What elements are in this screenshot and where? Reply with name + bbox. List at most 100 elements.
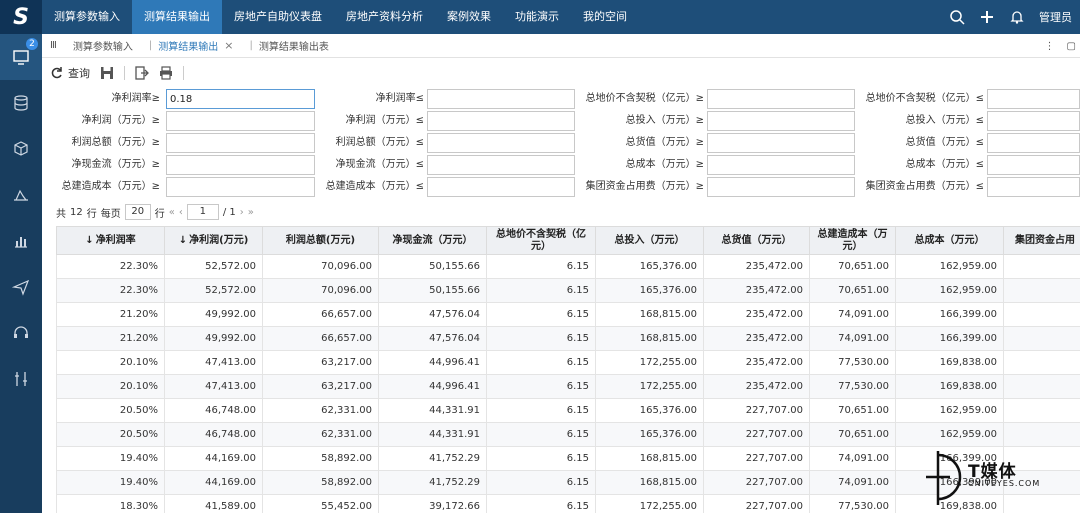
user-name[interactable]: 管理员 <box>1039 9 1072 25</box>
nav-item-1[interactable]: 测算结果输出 <box>132 0 222 34</box>
column-header[interactable]: 总成本（万元） <box>895 226 1004 255</box>
table-cell: 49,992.00 <box>164 326 263 351</box>
current-page-input[interactable]: 1 <box>186 204 219 220</box>
sidebar-item-cube[interactable] <box>0 126 42 172</box>
filter-input[interactable] <box>166 111 315 131</box>
filter-input[interactable] <box>166 155 315 175</box>
column-header[interactable]: ↓ 净利润(万元) <box>164 226 263 255</box>
table-cell: 6.15 <box>486 398 596 423</box>
top-navigation-bar: S 测算参数输入 测算结果输出 房地产自助仪表盘 房地产资料分析 案例效果 功能演示 我的空… <box>0 0 1080 34</box>
filter-label: 总地价不含契税（亿元）≤ <box>865 93 984 104</box>
toolbar-separator <box>124 66 125 80</box>
table-row[interactable]: 22.30% 52,572.00 70,096.00 50,155.66 6.15 165… <box>56 254 1080 279</box>
table-cell: 6.15 <box>486 446 596 471</box>
table-cell: 62,331.00 <box>262 422 379 447</box>
filter-input[interactable] <box>707 89 855 109</box>
table-cell: 58,892.00 <box>262 446 379 471</box>
column-header[interactable]: 集团资金占用（万元） <box>1003 226 1080 255</box>
search-icon[interactable] <box>949 9 965 25</box>
table-row[interactable]: 20.10% 47,413.00 63,217.00 44,996.41 6.15 172… <box>56 350 1080 375</box>
nav-item-4[interactable]: 案例效果 <box>435 0 503 34</box>
total-prefix: 共 <box>56 208 66 220</box>
save-button[interactable] <box>100 66 114 80</box>
table-cell: 47,413.00 <box>164 350 263 375</box>
column-header[interactable]: 总投入（万元） <box>595 226 704 255</box>
column-header[interactable]: 净现金流（万元） <box>378 226 487 255</box>
filter-input[interactable] <box>166 89 315 109</box>
filter-input[interactable] <box>707 155 855 175</box>
nav-item-2[interactable]: 房地产自助仪表盘 <box>222 0 334 34</box>
table-cell: 166,399.00 <box>895 326 1004 351</box>
window-icon[interactable]: ▢ <box>1067 41 1076 52</box>
filter-input[interactable] <box>987 133 1080 153</box>
sidebar-item-settings[interactable] <box>0 356 42 402</box>
table-cell: 6.15 <box>486 350 596 375</box>
filter-input[interactable] <box>166 133 315 153</box>
table-cell: 52,572.00 <box>164 254 263 279</box>
print-button[interactable] <box>159 66 173 80</box>
filter-row: 净现金流（万元）≥ 净现金流（万元）≤ 总成本（万元）≥ 总成本（万元）≤ <box>42 155 1080 175</box>
nav-item-3[interactable]: 房地产资料分析 <box>334 0 435 34</box>
filter-input[interactable] <box>987 177 1080 197</box>
table-cell: 77,530.00 <box>809 494 896 513</box>
tab-1[interactable]: | 测算结果输出 × <box>141 34 242 58</box>
tab-2[interactable]: | 测算结果输出表 <box>242 34 337 58</box>
table-cell: 168,815.00 <box>595 326 704 351</box>
app-logo[interactable]: S <box>0 0 42 34</box>
nav-item-5[interactable]: 功能演示 <box>503 0 571 34</box>
filter-input[interactable] <box>987 111 1080 131</box>
bell-icon[interactable] <box>1009 9 1025 25</box>
table-row[interactable]: 20.50% 46,748.00 62,331.00 44,331.91 6.15 165… <box>56 422 1080 447</box>
next-page-icon[interactable]: › <box>240 207 244 218</box>
table-row[interactable]: 22.30% 52,572.00 70,096.00 50,155.66 6.15 165… <box>56 278 1080 303</box>
close-icon[interactable]: × <box>224 39 233 52</box>
table-cell: 2,41 <box>1003 374 1080 399</box>
filter-input[interactable] <box>427 89 575 109</box>
filter-input[interactable] <box>427 111 575 131</box>
column-header-label: 总建造成本（万元） <box>817 228 888 252</box>
filter-input[interactable] <box>427 155 575 175</box>
table-cell: 74,091.00 <box>809 446 896 471</box>
table-cell: 20.10% <box>56 374 165 399</box>
filter-label: 净利润率≤ <box>375 93 424 104</box>
last-page-icon[interactable]: » <box>248 207 254 218</box>
tab-list-icon[interactable]: Ⅲ <box>42 34 65 58</box>
nav-item-6[interactable]: 我的空间 <box>571 0 639 34</box>
sidebar-item-send[interactable] <box>0 264 42 310</box>
table-row[interactable]: 21.20% 49,992.00 66,657.00 47,576.04 6.15 168… <box>56 302 1080 327</box>
sidebar-item-chart[interactable] <box>0 218 42 264</box>
column-header[interactable]: 总建造成本（万元） <box>809 226 896 255</box>
sidebar-item-support[interactable] <box>0 310 42 356</box>
table-cell: 6.15 <box>486 302 596 327</box>
query-button[interactable]: 查询 <box>50 65 90 81</box>
filter-input[interactable] <box>707 111 855 131</box>
table-row[interactable]: 21.20% 49,992.00 66,657.00 47,576.04 6.15 168… <box>56 326 1080 351</box>
filter-input[interactable] <box>707 177 855 197</box>
per-page-input[interactable]: 20 <box>124 204 151 220</box>
table-cell: 22.30% <box>56 278 165 303</box>
filter-label: 总货值（万元）≤ <box>905 137 984 148</box>
sidebar-item-database[interactable] <box>0 80 42 126</box>
table-cell: 172,255.00 <box>595 374 704 399</box>
filter-input[interactable] <box>987 155 1080 175</box>
filter-input[interactable] <box>427 133 575 153</box>
filter-input[interactable] <box>427 177 575 197</box>
column-header[interactable]: ↓ 净利润率 <box>56 226 165 255</box>
table-row[interactable]: 20.10% 47,413.00 63,217.00 44,996.41 6.15 172… <box>56 374 1080 399</box>
column-header[interactable]: 总地价不含契税（亿元） <box>486 226 596 255</box>
filter-input[interactable] <box>707 133 855 153</box>
filter-input[interactable] <box>987 89 1080 109</box>
prev-page-icon[interactable]: ‹ <box>179 207 183 218</box>
tab-0[interactable]: 测算参数输入 <box>65 34 141 58</box>
sidebar-item-tools[interactable] <box>0 172 42 218</box>
more-vertical-icon[interactable]: ⋮ <box>1045 41 1055 52</box>
sidebar-item-monitor[interactable]: 2 <box>0 34 42 80</box>
column-header[interactable]: 利润总额(万元) <box>262 226 379 255</box>
nav-item-0[interactable]: 测算参数输入 <box>42 0 132 34</box>
filter-input[interactable] <box>166 177 315 197</box>
first-page-icon[interactable]: « <box>169 207 175 218</box>
column-header[interactable]: 总货值（万元） <box>703 226 810 255</box>
export-button[interactable] <box>135 66 149 80</box>
table-row[interactable]: 20.50% 46,748.00 62,331.00 44,331.91 6.15 165… <box>56 398 1080 423</box>
plus-icon[interactable] <box>979 9 995 25</box>
